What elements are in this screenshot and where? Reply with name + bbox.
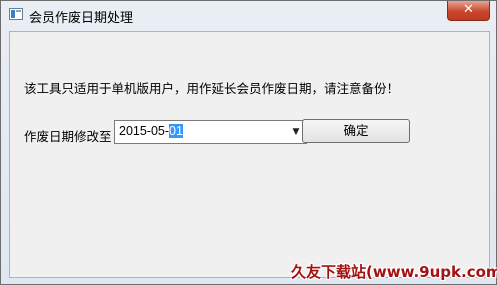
notice-text: 该工具只适用于单机版用户，用作延长会员作废日期，请注意备份！: [24, 81, 400, 96]
window-title: 会员作废日期处理: [29, 11, 134, 26]
watermark-text: 久友下载站(www.9upk.com): [291, 263, 497, 281]
date-label: 作废日期修改至: [24, 129, 112, 144]
date-picker[interactable]: 2015-05-01 ▼: [114, 120, 307, 144]
close-button[interactable]: ✕: [447, 1, 490, 21]
date-value-prefix: 2015-05-: [119, 124, 170, 138]
client-area: 该工具只适用于单机版用户，用作延长会员作废日期，请注意备份！ 作废日期修改至 2…: [9, 31, 490, 278]
title-bar[interactable]: 会员作废日期处理 ✕: [1, 1, 496, 31]
app-icon: [9, 8, 23, 20]
ok-button[interactable]: 确定: [302, 119, 410, 143]
dialog-window: 会员作废日期处理 ✕ 该工具只适用于单机版用户，用作延长会员作废日期，请注意备份…: [0, 0, 497, 285]
date-value[interactable]: 2015-05-01: [119, 124, 183, 138]
date-value-selected: 01: [169, 124, 183, 138]
